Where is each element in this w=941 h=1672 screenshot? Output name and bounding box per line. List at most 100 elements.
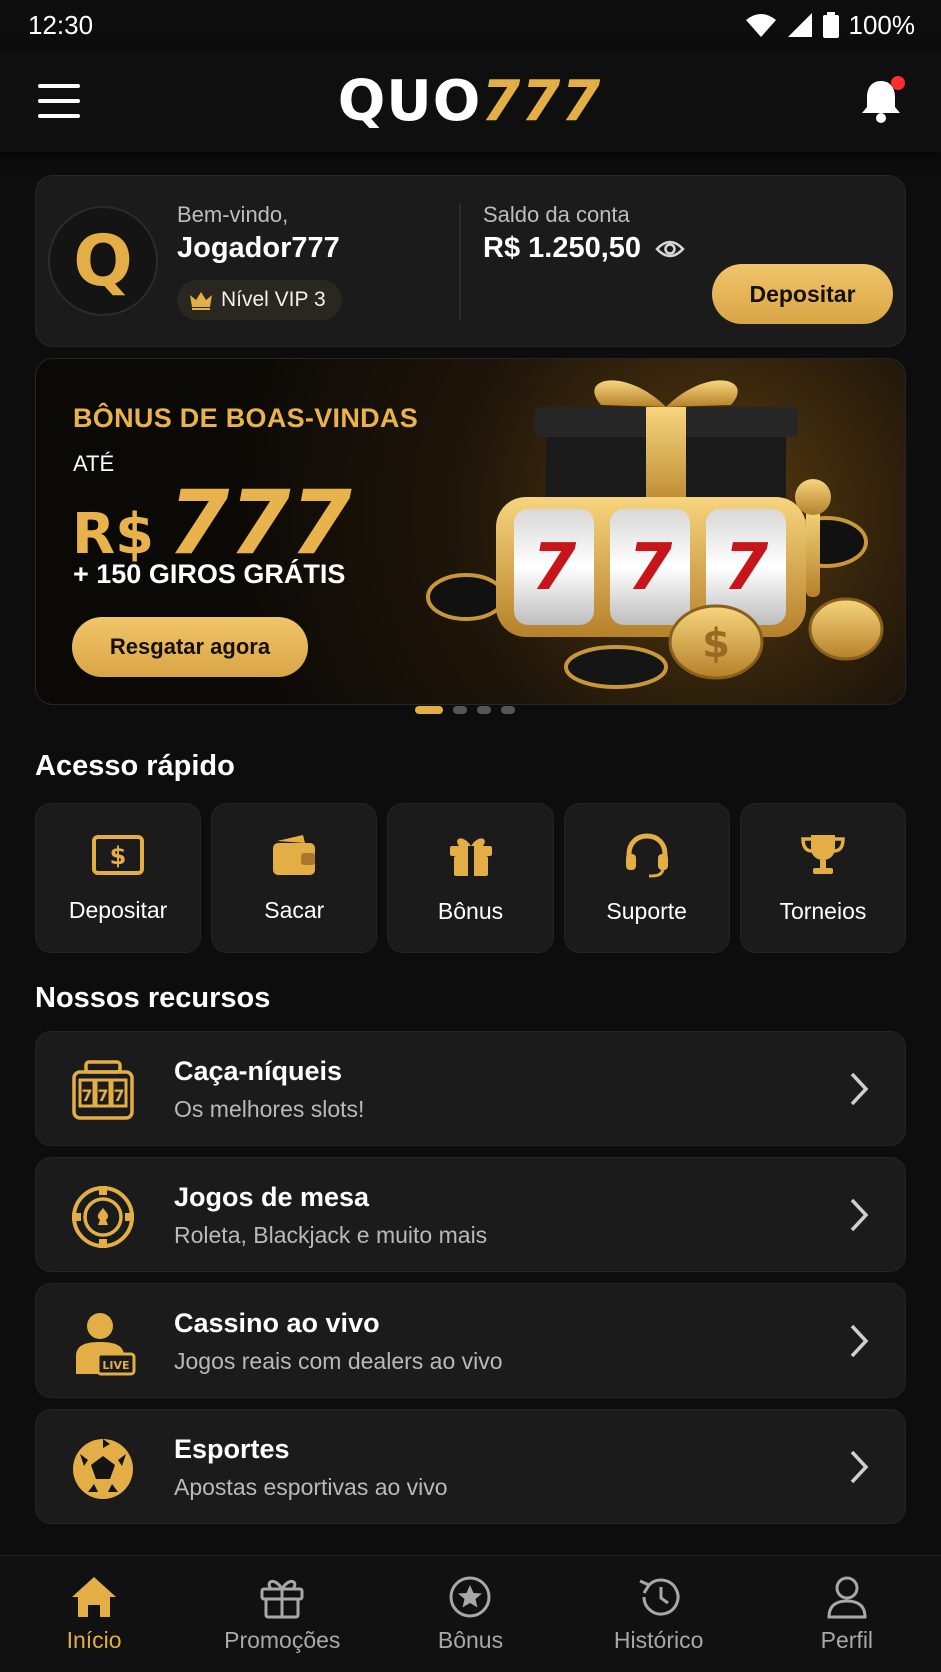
quick-withdraw-button[interactable]: Sacar xyxy=(211,803,378,953)
banner-carousel-dots[interactable] xyxy=(415,706,515,714)
menu-icon[interactable] xyxy=(38,84,80,118)
vip-level-label: Nível VIP 3 xyxy=(221,288,326,311)
quick-tournaments-button[interactable]: Torneios xyxy=(739,803,907,953)
signal-icon xyxy=(787,13,812,37)
carousel-dot[interactable] xyxy=(453,706,467,714)
username: Jogador777 xyxy=(177,232,340,264)
quick-tournaments-label: Torneios xyxy=(779,897,867,924)
svg-text:LIVE: LIVE xyxy=(102,1359,129,1372)
nav-bonus-label: Bônus xyxy=(437,1626,504,1653)
promo-currency: R$ xyxy=(72,502,155,567)
feature-slots-item[interactable]: 777 Caça-níqueis Os melhores slots! xyxy=(35,1031,906,1146)
quick-deposit-button[interactable]: $ Depositar xyxy=(35,803,202,953)
notification-dot xyxy=(891,76,905,90)
svg-text:7: 7 xyxy=(97,1086,108,1105)
poker-chip-icon xyxy=(72,1186,134,1248)
quick-deposit-label: Depositar xyxy=(68,896,168,923)
battery-icon xyxy=(822,12,839,38)
logo-text-accent: 777 xyxy=(481,68,602,134)
deposit-button[interactable]: Depositar xyxy=(712,264,893,324)
crown-icon xyxy=(190,292,212,310)
features-title: Nossos recursos xyxy=(35,982,271,1014)
nav-home-label: Início xyxy=(66,1626,122,1653)
account-summary-card: Q Bem-vindo, Jogador777 Nível VIP 3 Sald… xyxy=(35,175,906,347)
feature-sports-subtitle: Apostas esportivas ao vivo xyxy=(174,1474,448,1500)
status-icons: 100% xyxy=(745,9,916,41)
promo-banner[interactable]: BÔNUS DE BOAS-VINDAS ATÉ R$ 777 + 150 GI… xyxy=(35,358,906,705)
cash-icon: $ xyxy=(92,834,145,875)
feature-sports-item[interactable]: Esportes Apostas esportivas ao vivo xyxy=(35,1409,906,1524)
slot-machine-gift-illustration: 7 7 7 $ xyxy=(426,380,884,689)
svg-text:7: 7 xyxy=(628,531,673,605)
balance-value: R$ 1.250,50 xyxy=(483,232,642,264)
battery-percent: 100% xyxy=(848,9,916,40)
live-dealer-icon: LIVE xyxy=(76,1313,136,1376)
app-logo: QUO777 xyxy=(338,69,602,134)
quick-bonus-label: Bônus xyxy=(437,897,504,924)
svg-text:$: $ xyxy=(702,621,730,667)
carousel-dot[interactable] xyxy=(477,706,491,714)
quick-withdraw-label: Sacar xyxy=(264,896,325,923)
promo-free-spins: + 150 GIROS GRÁTIS xyxy=(73,559,346,589)
carousel-dot[interactable] xyxy=(501,706,515,714)
notification-bell-icon[interactable] xyxy=(859,76,905,124)
nav-profile-label: Perfil xyxy=(820,1626,874,1653)
nav-history-label: Histórico xyxy=(613,1626,704,1653)
svg-text:7: 7 xyxy=(113,1086,124,1105)
feature-slots-subtitle: Os melhores slots! xyxy=(174,1096,365,1122)
trophy-icon xyxy=(801,834,845,874)
avatar[interactable]: Q xyxy=(48,206,158,316)
balance-row: R$ 1.250,50 xyxy=(483,232,685,265)
home-icon xyxy=(72,1576,117,1617)
gift-icon xyxy=(449,837,492,876)
claim-bonus-button[interactable]: Resgatar agora xyxy=(72,617,308,677)
feature-slots-title: Caça-níqueis xyxy=(174,1056,343,1086)
quick-bonus-button[interactable]: Bônus xyxy=(387,803,554,953)
feature-table-games-title: Jogos de mesa xyxy=(174,1182,370,1212)
feature-live-casino-subtitle: Jogos reais com dealers ao vivo xyxy=(174,1348,503,1374)
status-bar: 12:30 100% xyxy=(0,0,941,50)
feature-live-casino-item[interactable]: LIVE Cassino ao vivo Jogos reais com dea… xyxy=(35,1283,906,1398)
slot-machine-icon: 777 xyxy=(72,1060,134,1120)
chevron-right-icon xyxy=(850,1324,869,1358)
svg-text:7: 7 xyxy=(724,531,769,605)
quick-support-label: Suporte xyxy=(606,897,687,924)
svg-text:$: $ xyxy=(110,842,127,870)
chevron-right-icon xyxy=(850,1072,869,1106)
wifi-icon xyxy=(745,14,776,37)
status-time: 12:30 xyxy=(28,9,94,40)
quick-support-button[interactable]: Suporte xyxy=(563,803,730,953)
logo-text-primary: QUO xyxy=(337,68,482,134)
nav-home[interactable]: Início xyxy=(4,1575,184,1654)
promo-title: BÔNUS DE BOAS-VINDAS xyxy=(73,403,419,433)
balance-label: Saldo da conta xyxy=(483,202,630,227)
feature-sports-title: Esportes xyxy=(174,1434,290,1464)
user-icon xyxy=(827,1576,867,1618)
svg-text:7: 7 xyxy=(532,531,577,605)
app-header: QUO777 xyxy=(0,50,941,152)
vip-badge[interactable]: Nível VIP 3 xyxy=(177,280,342,320)
feature-table-games-subtitle: Roleta, Blackjack e muito mais xyxy=(174,1222,488,1248)
nav-promotions[interactable]: Promoções xyxy=(192,1575,372,1654)
nav-profile[interactable]: Perfil xyxy=(757,1575,937,1654)
nav-history[interactable]: Histórico xyxy=(569,1575,749,1654)
svg-text:7: 7 xyxy=(81,1086,92,1105)
quick-access-title: Acesso rápido xyxy=(35,750,235,782)
feature-live-casino-title: Cassino ao vivo xyxy=(174,1308,380,1338)
nav-bonus[interactable]: Bônus xyxy=(380,1575,560,1654)
history-icon xyxy=(639,1578,680,1616)
star-badge-icon xyxy=(449,1576,491,1617)
quick-access-grid: $ Depositar Sacar Bônus Suporte Torneios xyxy=(35,803,907,953)
card-divider xyxy=(459,204,461,320)
welcome-label: Bem-vindo, xyxy=(177,202,289,227)
chevron-right-icon xyxy=(850,1450,869,1484)
nav-promotions-label: Promoções xyxy=(224,1626,341,1653)
gift-icon xyxy=(260,1579,304,1618)
headset-icon xyxy=(625,832,668,877)
carousel-dot-active[interactable] xyxy=(415,706,443,714)
feature-table-games-item[interactable]: Jogos de mesa Roleta, Blackjack e muito … xyxy=(35,1157,906,1272)
bottom-navigation: Início Promoções Bônus Histórico Perfil xyxy=(0,1555,941,1672)
eye-icon[interactable] xyxy=(655,238,685,260)
wallet-icon xyxy=(273,834,316,875)
chevron-right-icon xyxy=(850,1198,869,1232)
